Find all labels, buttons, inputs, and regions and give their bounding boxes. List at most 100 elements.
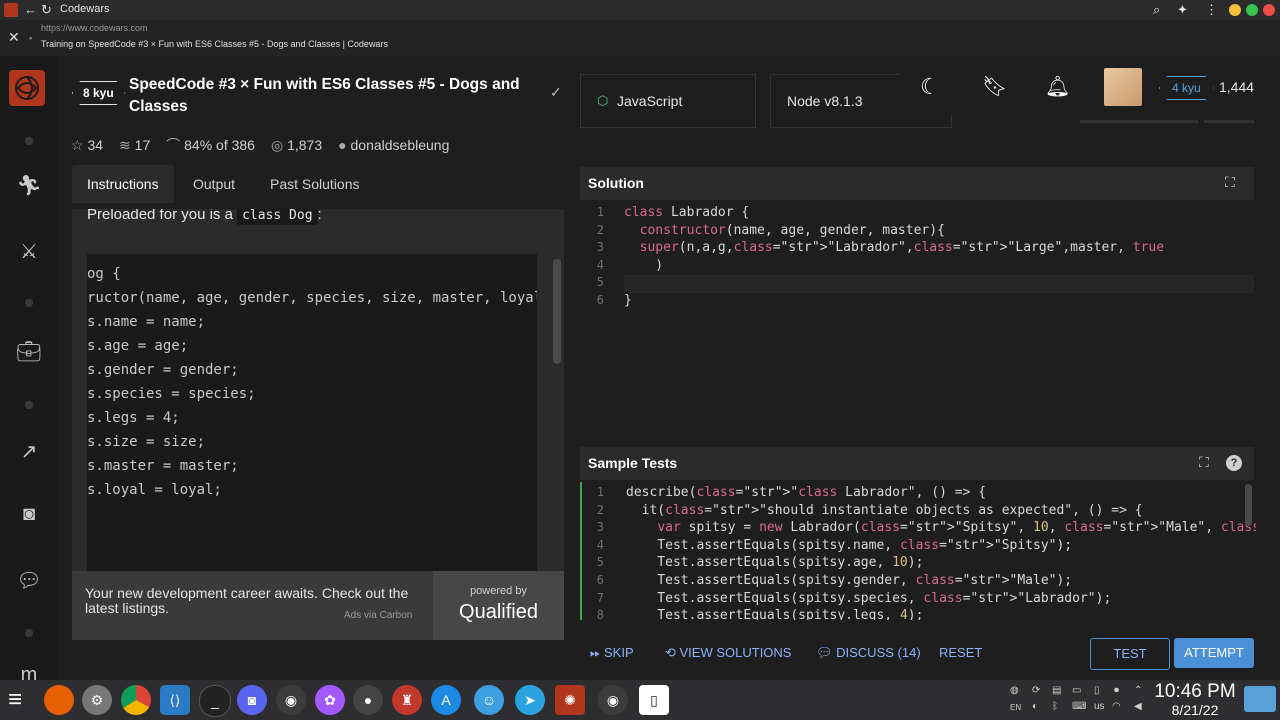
clock[interactable]: 10:46 PM 8/21/22 — [1150, 681, 1240, 718]
help-icon[interactable]: ? — [1226, 455, 1242, 471]
preloaded-code-lines: og {ructor(name, age, gender, species, s… — [87, 262, 537, 502]
instructions-scrollbar[interactable] — [553, 259, 561, 364]
codewars-icon[interactable]: ✺ — [555, 685, 585, 715]
fullscreen-icon[interactable]: ⛶ — [1225, 174, 1235, 191]
nav-discord-icon[interactable]: ◙ — [0, 503, 58, 526]
sync-tray-icon[interactable]: ⟳ — [1032, 685, 1040, 696]
code-line[interactable]: } — [624, 292, 1164, 310]
solution-editor[interactable]: 1 2 3 4 5 6 class Labrador { constructor(name… — [580, 203, 1254, 438]
obs-icon[interactable]: ◉ — [276, 685, 306, 715]
code-line[interactable]: constructor(name, age, gender, master){ — [624, 222, 1164, 240]
terminal-icon[interactable]: _ — [199, 685, 231, 717]
sample-tests-editor[interactable]: 1 2 3 4 5 6 7 8 describe(class="str">"class Lab… — [580, 482, 1256, 620]
app-icon[interactable]: ♜ — [392, 685, 422, 715]
preloaded-text-row: Preloaded for you is a class Dog: — [87, 209, 322, 225]
test-button[interactable]: TEST — [1090, 638, 1170, 670]
ad-box[interactable]: Your new development career awaits. Chec… — [72, 571, 564, 640]
solution-code[interactable]: class Labrador { constructor(name, age, … — [624, 204, 1164, 310]
code-line[interactable]: Test.assertEquals(spitsy.name, class="st… — [626, 537, 1256, 555]
ad-sponsor[interactable]: powered by Qualified — [433, 571, 564, 640]
maximize-button[interactable] — [1246, 4, 1258, 16]
code-line[interactable]: super(n,a,g,class="str">"Labrador",class… — [624, 239, 1164, 257]
minimize-button[interactable] — [1229, 4, 1241, 16]
discuss-button[interactable]: 💬︎ DISCUSS (14) — [816, 637, 921, 669]
appstore-icon[interactable]: A — [431, 685, 461, 715]
kata-title: SpeedCode #3 × Fun with ES6 Classes #5 -… — [129, 74, 520, 118]
code-line[interactable]: Test.assertEquals(spitsy.gender, class="… — [626, 572, 1256, 590]
tab-output[interactable]: Output — [193, 165, 235, 203]
page-title: Training on SpeedCode #3 × Fun with ES6 … — [41, 39, 388, 49]
collections-stat[interactable]: ≋ 17 — [119, 137, 150, 154]
mic-tray-icon[interactable]: ⏺ — [1114, 685, 1119, 696]
tab-instructions[interactable]: Instructions — [72, 165, 174, 203]
bell-icon[interactable]: 🔔︎ — [1045, 74, 1070, 99]
discord-icon[interactable]: ◙ — [237, 685, 267, 715]
reset-button[interactable]: RESET — [939, 637, 982, 669]
finder-icon[interactable]: ☺ — [474, 685, 504, 715]
stars-stat[interactable]: ☆ 34 — [71, 137, 103, 154]
bluetooth-tray-icon[interactable]: ᛒ — [1052, 701, 1058, 712]
up-arrow-icon[interactable]: ⌃ — [1134, 685, 1142, 696]
chrome-icon[interactable] — [121, 685, 151, 715]
code-line[interactable]: var spitsy = new Labrador(class="str">"S… — [626, 519, 1256, 537]
nav-discuss-icon[interactable]: 💬︎ — [0, 568, 58, 593]
code-line[interactable]: Test.assertEquals(spitsy.species, class=… — [626, 590, 1256, 608]
battery-tray-icon[interactable]: ▯ — [1094, 685, 1100, 696]
close-icon[interactable]: ✕ — [8, 29, 20, 46]
nav-training-icon[interactable]: 🏃︎ — [0, 173, 58, 198]
close-window-button[interactable] — [1263, 4, 1275, 16]
reload-icon[interactable]: ↻ — [41, 2, 52, 18]
view-solutions-button[interactable]: ⟲ VIEW SOLUTIONS — [665, 637, 791, 669]
avatar[interactable] — [1104, 68, 1142, 106]
language-select[interactable]: ⬡ JavaScript — [580, 74, 756, 128]
firefox-icon[interactable] — [44, 685, 74, 715]
back-arrow-icon[interactable]: ← — [24, 2, 37, 17]
bookmark-icon[interactable]: 🔖︎ — [982, 74, 1007, 99]
line-number: 4 — [596, 537, 604, 552]
tests-scrollbar[interactable] — [1245, 484, 1252, 526]
skip-button[interactable]: ⏩︎ SKIP — [590, 637, 634, 669]
attempt-button[interactable]: ATTEMPT — [1174, 638, 1254, 668]
menu-dots-icon[interactable]: ⋮ — [1205, 2, 1218, 18]
clipboard-tray-icon[interactable]: ▤ — [1052, 685, 1061, 696]
zoom-icon[interactable]: ⌕ — [1153, 2, 1160, 18]
author-stat[interactable]: ● donaldsebleung — [338, 137, 449, 153]
figma-icon[interactable]: ✿ — [315, 685, 345, 715]
tests-code[interactable]: describe(class="str">"class Labrador", (… — [626, 484, 1256, 620]
chrome-tray-icon[interactable]: ◍ — [1010, 685, 1019, 696]
code-line[interactable]: Test.assertEquals(spitsy.legs, 4); — [626, 607, 1256, 620]
code-line[interactable]: describe(class="str">"class Labrador", (… — [626, 484, 1256, 502]
camera-icon[interactable]: ● — [353, 685, 383, 715]
lang-code[interactable]: EN — [1010, 703, 1021, 712]
settings-icon[interactable]: ⚙ — [82, 685, 112, 715]
extensions-icon[interactable]: ✦ — [1177, 2, 1188, 18]
nav-leaderboard-icon[interactable]: ↗ — [0, 439, 58, 464]
url-text[interactable]: https://www.codewars.com — [41, 23, 148, 33]
nav-jobs-icon[interactable]: 💼︎ — [0, 339, 58, 364]
keyboard-tray-icon[interactable]: ⌨ — [1072, 701, 1086, 712]
screen-tray-icon[interactable]: ▭ — [1072, 685, 1081, 696]
obs-icon-2[interactable]: ◉ — [598, 685, 628, 715]
code-line[interactable]: class Labrador { — [624, 204, 1164, 222]
fullscreen-icon[interactable]: ⛶ — [1199, 454, 1209, 471]
sound-tray-icon[interactable]: ◐ — [1032, 701, 1038, 712]
ad-via[interactable]: Ads via Carbon — [344, 610, 412, 621]
code-line[interactable]: it(class="str">"should instantiate objec… — [626, 502, 1256, 520]
phone-icon[interactable]: ▯ — [639, 685, 669, 715]
kb-layout[interactable]: us — [1094, 701, 1105, 712]
code-line[interactable]: ) — [624, 257, 1164, 275]
volume-tray-icon[interactable]: ◀ — [1134, 701, 1142, 712]
codewars-logo[interactable] — [9, 70, 45, 106]
tab-past-solutions[interactable]: Past Solutions — [270, 165, 360, 203]
vscode-icon[interactable]: ⟨⟩ — [160, 685, 190, 715]
moon-icon[interactable]: ☾ — [920, 74, 940, 100]
show-desktop-icon[interactable] — [1244, 686, 1276, 712]
code-line[interactable]: Test.assertEquals(spitsy.age, 10); — [626, 554, 1256, 572]
tab-title[interactable]: Codewars — [60, 3, 110, 15]
user-rank-badge[interactable]: 4 kyu — [1159, 76, 1214, 100]
app-menu-icon[interactable]: ≡ — [8, 686, 22, 714]
nav-practice-icon[interactable]: ⚔︎ — [0, 239, 58, 264]
action-bar: ⏩︎ SKIP ⟲ VIEW SOLUTIONS 💬︎ DISCUSS (14)… — [580, 637, 1270, 671]
wifi-tray-icon[interactable]: ◠ — [1112, 701, 1121, 712]
telegram-icon[interactable]: ➤ — [515, 685, 545, 715]
